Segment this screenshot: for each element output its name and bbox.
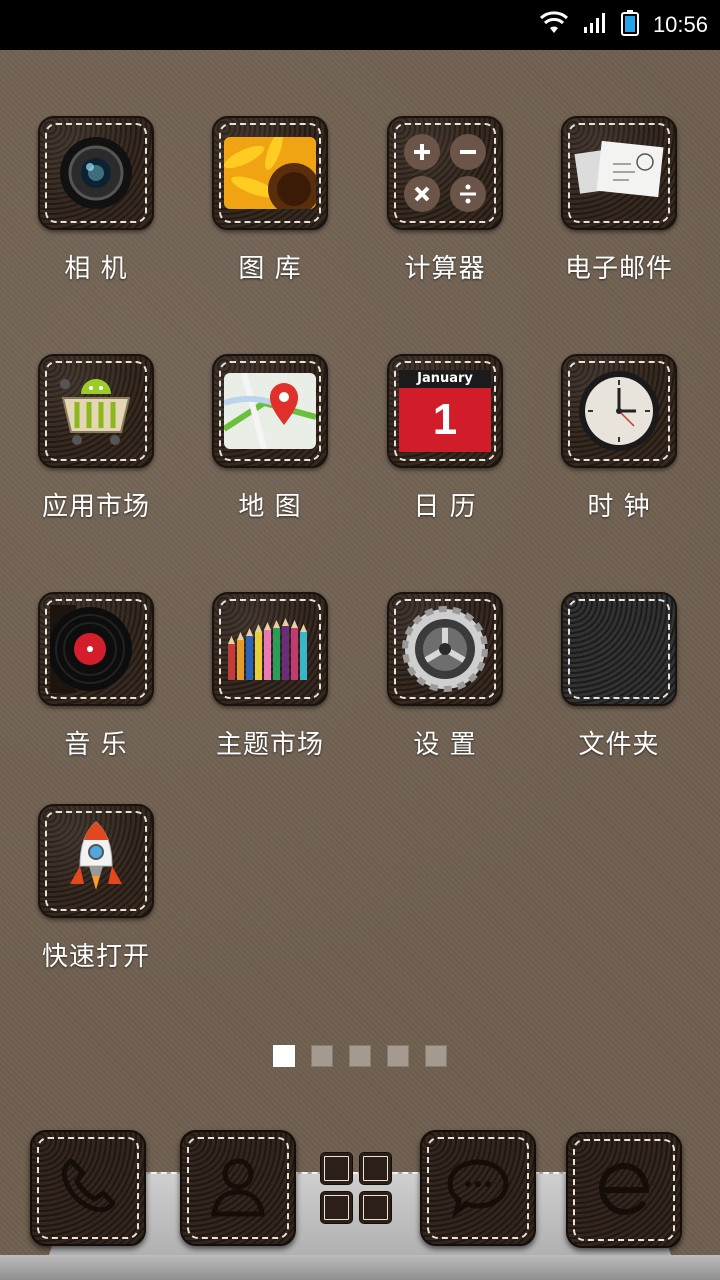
calculator-icon [397,127,493,219]
app-music[interactable]: 音 乐 [11,592,181,792]
app-settings[interactable]: 设 置 [360,592,530,792]
drawer-square [359,1152,392,1185]
clock-icon [571,365,667,457]
app-camera[interactable]: 相 机 [11,116,181,316]
app-label: 电子邮件 [564,254,673,284]
gear-icon [397,603,493,695]
app-label: 日 历 [413,492,477,522]
app-tile [387,116,503,230]
drawer-square [320,1152,353,1185]
calendar-month: January [399,370,491,388]
envelope-icon [571,127,667,219]
browser-e-icon [588,1152,660,1228]
page-indicator [0,1045,720,1067]
rocket-icon [48,815,144,907]
colored-pencils-icon [222,603,318,695]
app-gallery[interactable]: 图 库 [185,116,355,316]
app-label: 文件夹 [578,730,660,760]
app-tile [38,354,154,468]
app-label: 地 图 [238,492,302,522]
chat-bubble-icon [442,1150,514,1226]
app-theme-market[interactable]: 主题市场 [185,592,355,792]
app-grid: 相 机 图 库 计算器 电子邮件 应用市场 地 图 January 1 日 历 … [0,0,720,1000]
app-tile [561,116,677,230]
dock-shelf-front [0,1255,720,1280]
app-label: 相 机 [64,254,128,284]
app-email[interactable]: 电子邮件 [534,116,704,316]
dock-contacts-button[interactable] [180,1130,296,1246]
folder-icon [571,603,667,695]
app-label: 音 乐 [64,730,128,760]
person-icon [202,1150,274,1226]
drawer-square [320,1191,353,1224]
app-tile [212,116,328,230]
app-tile [561,592,677,706]
page-dot[interactable] [349,1045,371,1067]
page-dot[interactable] [273,1045,295,1067]
dock-messaging-button[interactable] [420,1130,536,1246]
app-clock[interactable]: 时 钟 [534,354,704,554]
app-label: 主题市场 [215,730,324,760]
app-quick-open[interactable]: 快速打开 [11,804,181,1004]
page-dot[interactable] [425,1045,447,1067]
app-tile [38,116,154,230]
app-folder[interactable]: 文件夹 [534,592,704,792]
app-tile [212,592,328,706]
shopping-basket-icon [48,365,144,457]
app-tile [561,354,677,468]
app-maps[interactable]: 地 图 [185,354,355,554]
dock-phone-button[interactable] [30,1130,146,1246]
app-drawer-button[interactable] [320,1152,392,1224]
app-label: 设 置 [413,730,477,760]
app-calculator[interactable]: 计算器 [360,116,530,316]
app-tile: January 1 [387,354,503,468]
calendar-day: 1 [399,388,491,452]
page-dot[interactable] [387,1045,409,1067]
app-label: 计算器 [404,254,486,284]
app-label: 应用市场 [41,492,150,522]
app-tile [212,354,328,468]
app-label: 时 钟 [587,492,651,522]
drawer-square [359,1191,392,1224]
app-label: 图 库 [238,254,302,284]
sunflower-gallery-icon [222,127,318,219]
dock-browser-button[interactable] [566,1132,682,1248]
app-tile [387,592,503,706]
calendar-icon: January 1 [397,365,493,457]
app-calendar[interactable]: January 1 日 历 [360,354,530,554]
camera-icon [48,127,144,219]
app-market[interactable]: 应用市场 [11,354,181,554]
app-label: 快速打开 [41,942,150,972]
vinyl-record-icon [48,603,144,695]
page-dot[interactable] [311,1045,333,1067]
app-tile [38,804,154,918]
map-icon [222,365,318,457]
phone-icon [53,1151,123,1225]
app-tile [38,592,154,706]
